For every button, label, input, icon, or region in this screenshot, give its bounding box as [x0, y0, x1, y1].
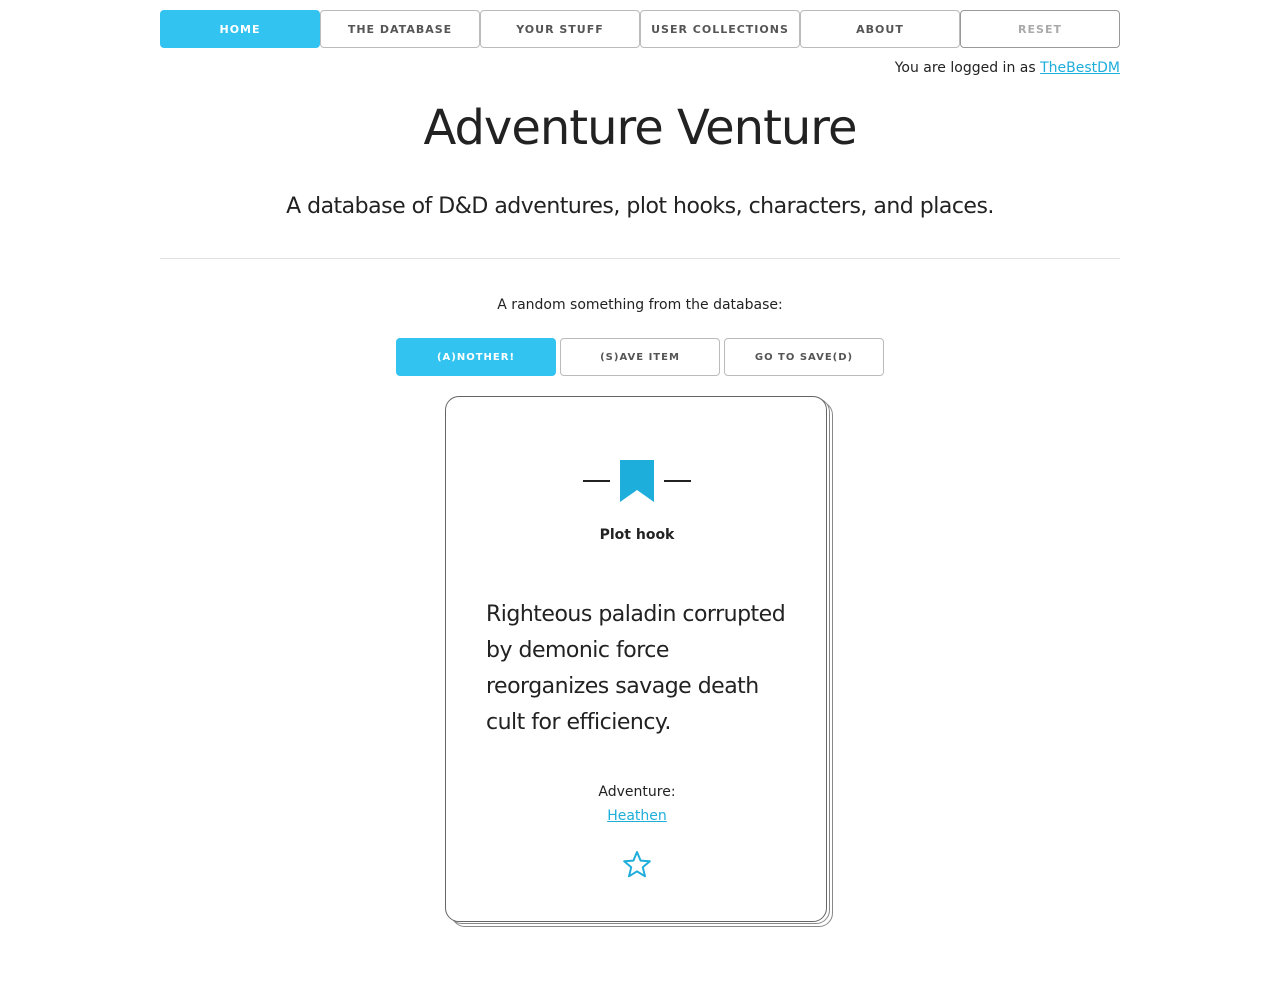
save-item-button[interactable]: (S)AVE ITEM [560, 338, 720, 376]
random-actions: (A)NOTHER! (S)AVE ITEM GO TO SAVE(D) [396, 338, 884, 376]
login-status: You are logged in as TheBestDM [895, 60, 1120, 76]
page-subtitle: A database of D&D adventures, plot hooks… [286, 194, 994, 219]
nav-database-button[interactable]: THE DATABASE [320, 10, 480, 48]
page: HOME THE DATABASE YOUR STUFF USER COLLEC… [0, 0, 1280, 993]
star-icon[interactable] [622, 850, 652, 880]
adventure-link[interactable]: Heathen [607, 808, 667, 824]
item-card: Plot hook Righteous paladin corrupted by… [445, 396, 827, 922]
nav-your-stuff-button[interactable]: YOUR STUFF [480, 10, 640, 48]
dash-right [664, 480, 691, 482]
adventure-label: Adventure: [598, 784, 676, 800]
card-type: Plot hook [599, 527, 675, 543]
card-icon-row [446, 460, 828, 502]
nav-user-collections-button[interactable]: USER COLLECTIONS [640, 10, 800, 48]
nav-about-button[interactable]: ABOUT [800, 10, 960, 48]
go-to-saved-button[interactable]: GO TO SAVE(D) [724, 338, 884, 376]
nav-home-button[interactable]: HOME [160, 10, 320, 48]
bookmark-icon [620, 460, 654, 502]
dash-left [583, 480, 610, 482]
another-button[interactable]: (A)NOTHER! [396, 338, 556, 376]
top-nav: HOME THE DATABASE YOUR STUFF USER COLLEC… [160, 10, 1120, 48]
page-title: Adventure Venture [423, 100, 857, 156]
card-text: Righteous paladin corrupted by demonic f… [486, 602, 786, 735]
login-prefix: You are logged in as [894, 60, 1041, 76]
card-stack: Plot hook Righteous paladin corrupted by… [445, 396, 835, 929]
nav-reset-button[interactable]: RESET [960, 10, 1120, 48]
divider [160, 258, 1120, 259]
random-label: A random something from the database: [497, 297, 783, 313]
username-link[interactable]: TheBestDM [1040, 60, 1120, 76]
adventure-link-row: Heathen [446, 808, 828, 824]
